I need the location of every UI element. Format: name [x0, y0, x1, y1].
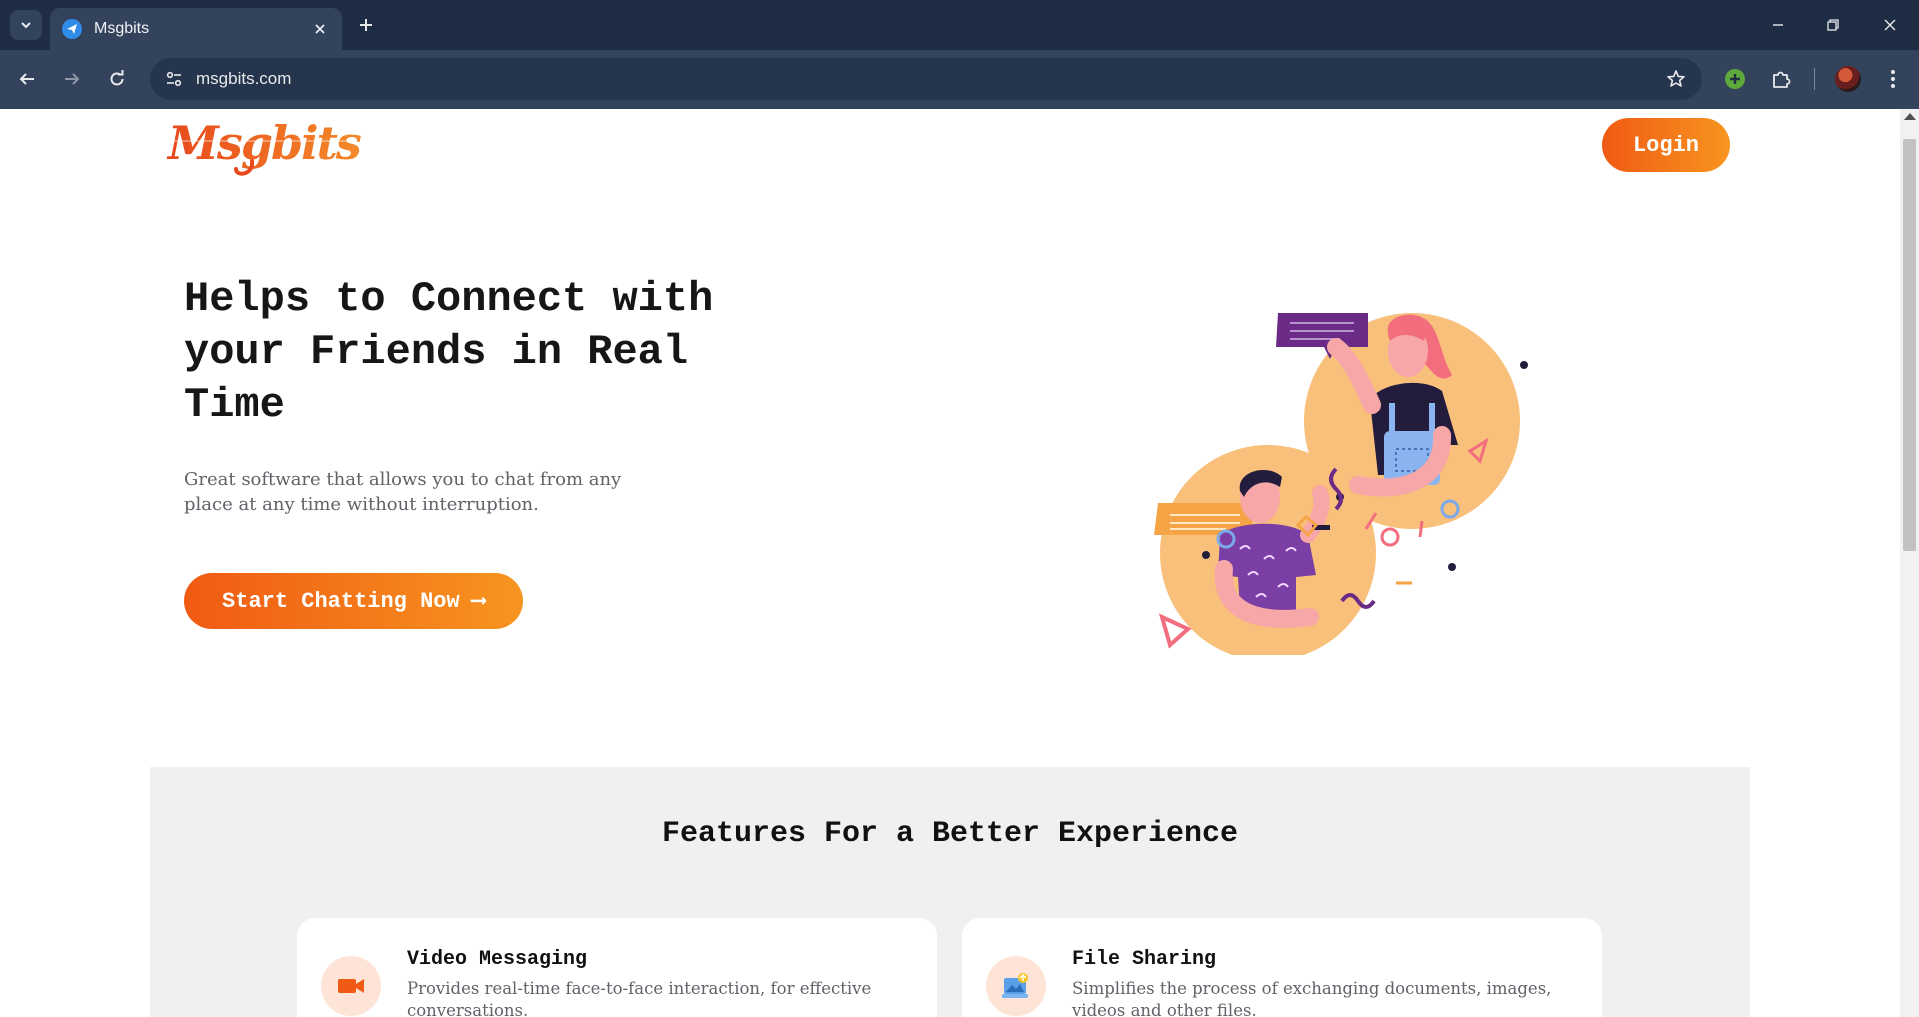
image-upload-icon: [986, 956, 1046, 1016]
restore-icon: [1827, 19, 1839, 31]
extension-green-icon[interactable]: [1720, 64, 1750, 94]
msgbits-logo[interactable]: Msgbits: [166, 115, 363, 186]
browser-menu-button[interactable]: [1878, 64, 1908, 94]
forward-button[interactable]: [56, 63, 88, 95]
feature-description: Simplifies the process of exchanging doc…: [1072, 979, 1552, 1017]
close-icon: [1884, 19, 1896, 31]
cta-label: Start Chatting Now: [222, 588, 460, 614]
browser-tab[interactable]: Msgbits: [50, 8, 342, 50]
hero-subtitle: Great software that allows you to chat f…: [184, 469, 622, 515]
features-title: Features For a Better Experience: [661, 817, 1239, 851]
features-section: Features For a Better Experience Video M…: [150, 767, 1750, 1017]
svg-text:Msgbits: Msgbits: [166, 116, 361, 170]
minimize-icon: [1773, 24, 1783, 26]
reload-button[interactable]: [101, 63, 133, 95]
page-scrollbar[interactable]: [1900, 109, 1919, 1017]
reload-icon: [110, 70, 124, 86]
login-button[interactable]: Login: [1602, 118, 1730, 172]
back-button[interactable]: [11, 63, 43, 95]
close-tab-icon[interactable]: [310, 19, 330, 39]
feature-name: Video Messaging: [407, 948, 588, 971]
address-bar[interactable]: msgbits.com: [150, 58, 1702, 100]
kebab-menu-icon: [1891, 70, 1895, 88]
tab-title: Msgbits: [94, 20, 150, 37]
scroll-up-arrow-icon[interactable]: [1904, 113, 1916, 120]
url-text[interactable]: msgbits.com: [196, 69, 291, 89]
scrollbar-thumb[interactable]: [1903, 139, 1916, 551]
extensions-puzzle-icon[interactable]: [1766, 64, 1796, 94]
video-camera-icon: [321, 956, 381, 1016]
feature-card-file-sharing[interactable]: File Sharing Simplifies the process of e…: [962, 918, 1602, 1017]
browser-tab-bar: Msgbits: [0, 0, 1919, 50]
telegram-favicon-icon: [62, 19, 82, 39]
browser-toolbar: msgbits.com: [0, 50, 1919, 109]
bookmark-star-icon[interactable]: [1664, 67, 1688, 91]
arrow-right-icon: ⟶: [471, 589, 485, 614]
page-viewport: Msgbits Login Helps to Connect with your…: [0, 109, 1900, 1017]
arrow-right-icon: [65, 73, 80, 85]
restore-button[interactable]: [1813, 10, 1853, 40]
tab-search-button[interactable]: [10, 10, 42, 40]
chat-friends-illustration: [1154, 313, 1528, 655]
hero-title: Helps to Connect with your Friends in Re…: [184, 275, 714, 429]
chevron-down-icon: [21, 22, 31, 29]
close-window-button[interactable]: [1870, 10, 1910, 40]
new-tab-button[interactable]: [352, 11, 380, 39]
site-settings-icon[interactable]: [160, 65, 188, 93]
feature-description: Provides real-time face-to-face interact…: [407, 979, 872, 1017]
profile-avatar[interactable]: [1833, 64, 1863, 94]
minimize-button[interactable]: [1758, 10, 1798, 40]
feature-name: File Sharing: [1072, 948, 1217, 971]
arrow-left-icon: [19, 73, 34, 85]
avatar: [1835, 66, 1861, 92]
feature-card-video-messaging[interactable]: Video Messaging Provides real-time face-…: [297, 918, 937, 1017]
toolbar-divider: [1814, 68, 1815, 90]
plus-icon: [360, 19, 372, 31]
start-chatting-button[interactable]: Start Chatting Now ⟶: [184, 573, 523, 629]
